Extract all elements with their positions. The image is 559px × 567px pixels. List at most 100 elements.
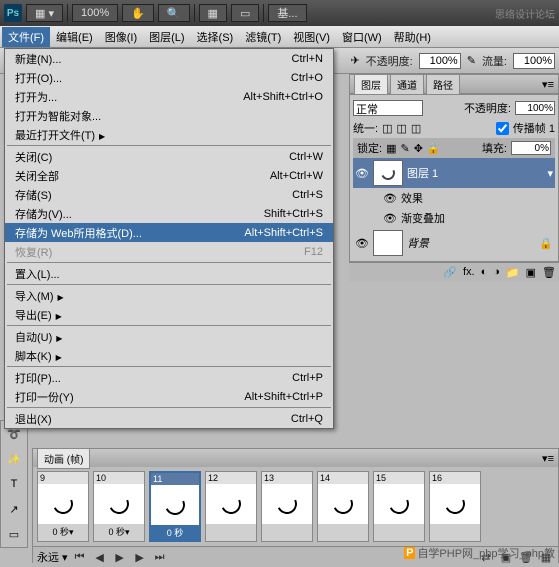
- menu-select[interactable]: 选择(S): [191, 27, 240, 47]
- flow-label: 流量:: [482, 53, 507, 69]
- menu-item[interactable]: 导出(E): [5, 305, 333, 324]
- fill-label: 填充:: [482, 140, 507, 156]
- menu-item[interactable]: 打印一份(Y)Alt+Shift+Ctrl+P: [5, 387, 333, 406]
- animation-frame[interactable]: 100 秒▾: [93, 471, 145, 542]
- menu-item[interactable]: 打开为智能对象...: [5, 106, 333, 125]
- layout-dropdown[interactable]: ▦ ▾: [26, 4, 63, 22]
- tab-layers[interactable]: 图层: [354, 74, 388, 95]
- menu-window[interactable]: 窗口(W): [336, 27, 388, 47]
- layers-panel-header: 图层 通道 路径 ▾≡: [349, 74, 559, 94]
- menu-item[interactable]: 打开(O)...Ctrl+O: [5, 68, 333, 87]
- gradient-overlay-row[interactable]: 👁渐变叠加: [353, 208, 555, 228]
- unify-position-icon[interactable]: ◫: [382, 122, 392, 135]
- menu-item[interactable]: 退出(X)Ctrl+Q: [5, 409, 333, 428]
- toolbox: ➰ ✨ T ↗ ▭: [0, 420, 28, 548]
- panel-menu-icon[interactable]: ▾≡: [542, 78, 554, 91]
- next-frame-icon[interactable]: ▶: [132, 550, 148, 564]
- menu-image[interactable]: 图像(I): [99, 27, 143, 47]
- menu-item[interactable]: 关闭(C)Ctrl+W: [5, 147, 333, 166]
- trash-icon[interactable]: 🗑: [542, 266, 556, 279]
- path-icon[interactable]: ↗: [2, 497, 26, 521]
- opacity-label-2: 不透明度:: [464, 100, 511, 116]
- shape-icon[interactable]: ▭: [2, 522, 26, 546]
- pressure-icon[interactable]: ✎: [467, 54, 476, 67]
- layers-panel: 正常 不透明度: 统一: ◫ ◫ ◫ 传播帧 1 锁定: ▦ ✎ ✥ 🔒 填充:…: [349, 94, 559, 262]
- play-icon[interactable]: ▶: [112, 550, 128, 564]
- layer-row-1[interactable]: 👁 图层 1 ▾: [353, 158, 555, 188]
- first-frame-icon[interactable]: ⏮: [72, 550, 88, 564]
- opacity-input[interactable]: [419, 53, 461, 69]
- lock-move-icon[interactable]: ✥: [414, 142, 423, 155]
- link-icon[interactable]: 🔗: [443, 266, 457, 279]
- file-menu-dropdown: 新建(N)...Ctrl+N打开(O)...Ctrl+O打开为...Alt+Sh…: [4, 48, 334, 429]
- mask-icon[interactable]: ◐: [481, 266, 488, 279]
- menu-item[interactable]: 自动(U): [5, 327, 333, 346]
- menu-filter[interactable]: 滤镜(T): [239, 27, 287, 47]
- zoom-field[interactable]: 100%: [72, 4, 118, 22]
- bg-label: 背景: [407, 235, 429, 251]
- layer-row-bg[interactable]: 👁 背景 🔒: [353, 228, 555, 258]
- menu-help[interactable]: 帮助(H): [388, 27, 437, 47]
- lock-trans-icon[interactable]: ▦: [386, 142, 396, 155]
- layer-opacity-input[interactable]: [515, 101, 555, 115]
- visibility-icon[interactable]: 👁: [355, 167, 369, 180]
- animation-tab[interactable]: 动画 (帧): [37, 448, 90, 469]
- menu-item[interactable]: 打开为...Alt+Shift+Ctrl+O: [5, 87, 333, 106]
- type-icon[interactable]: T: [2, 472, 26, 496]
- flow-input[interactable]: [513, 53, 555, 69]
- site-watermark: 思络设计论坛: [495, 6, 555, 21]
- menu-item[interactable]: 导入(M): [5, 286, 333, 305]
- blend-mode-select[interactable]: 正常: [353, 100, 423, 116]
- adjust-icon[interactable]: ◑: [493, 266, 500, 279]
- propagate-checkbox[interactable]: [496, 122, 509, 135]
- airbrush-icon[interactable]: ✈: [350, 54, 359, 67]
- prev-frame-icon[interactable]: ◀: [92, 550, 108, 564]
- animation-frame[interactable]: 14: [317, 471, 369, 542]
- menu-item[interactable]: 存储为(V)...Shift+Ctrl+S: [5, 204, 333, 223]
- folder-icon[interactable]: 📁: [506, 266, 520, 279]
- opacity-label: 不透明度:: [366, 53, 413, 69]
- layer-thumb: [373, 160, 403, 186]
- zoom-icon[interactable]: 🔍: [158, 4, 190, 22]
- menu-edit[interactable]: 编辑(E): [50, 27, 99, 47]
- fill-input[interactable]: [511, 141, 551, 155]
- screen-mode-icon[interactable]: ▭: [231, 4, 259, 22]
- menu-file[interactable]: 文件(F): [2, 27, 50, 47]
- menu-item[interactable]: 最近打开文件(T): [5, 125, 333, 144]
- menu-item[interactable]: 存储(S)Ctrl+S: [5, 185, 333, 204]
- panel-menu-icon[interactable]: ▾≡: [542, 452, 554, 465]
- animation-frame[interactable]: 15: [373, 471, 425, 542]
- animation-frame[interactable]: 13: [261, 471, 313, 542]
- tab-channels[interactable]: 通道: [390, 74, 424, 95]
- menu-layer[interactable]: 图层(L): [143, 27, 190, 47]
- lock-all-icon[interactable]: 🔒: [427, 142, 441, 155]
- unify-visibility-icon[interactable]: ◫: [396, 122, 406, 135]
- animation-frame[interactable]: 16: [429, 471, 481, 542]
- new-layer-icon[interactable]: ▣: [526, 266, 536, 279]
- layer-name: 图层 1: [407, 165, 438, 181]
- fx-icon[interactable]: fx.: [463, 266, 475, 279]
- menu-item[interactable]: 新建(N)...Ctrl+N: [5, 49, 333, 68]
- animation-frame[interactable]: 110 秒: [149, 471, 201, 542]
- menu-item[interactable]: 关闭全部Alt+Ctrl+W: [5, 166, 333, 185]
- menu-view[interactable]: 视图(V): [287, 27, 336, 47]
- effects-row[interactable]: 👁效果: [353, 188, 555, 208]
- unify-style-icon[interactable]: ◫: [411, 122, 421, 135]
- doc-name[interactable]: 基...: [268, 4, 306, 22]
- bg-thumb: [373, 230, 403, 256]
- menu-item[interactable]: 存储为 Web所用格式(D)...Alt+Shift+Ctrl+S: [5, 223, 333, 242]
- menu-item[interactable]: 脚本(K): [5, 346, 333, 365]
- visibility-icon[interactable]: 👁: [355, 237, 369, 250]
- last-frame-icon[interactable]: ⏭: [152, 550, 168, 564]
- animation-frame[interactable]: 12: [205, 471, 257, 542]
- menu-item[interactable]: 置入(L)...: [5, 264, 333, 283]
- animation-frame[interactable]: 90 秒▾: [37, 471, 89, 542]
- wand-icon[interactable]: ✨: [2, 447, 26, 471]
- arrange-icon[interactable]: ▦: [199, 4, 227, 22]
- layers-bottom-icons: 🔗 fx. ◐ ◑ 📁 ▣ 🗑: [349, 262, 559, 282]
- fx-toggle-icon[interactable]: ▾: [547, 167, 553, 180]
- tab-paths[interactable]: 路径: [426, 74, 460, 95]
- menu-item[interactable]: 打印(P)...Ctrl+P: [5, 368, 333, 387]
- hand-icon[interactable]: ✋: [122, 4, 154, 22]
- lock-paint-icon[interactable]: ✎: [400, 142, 409, 155]
